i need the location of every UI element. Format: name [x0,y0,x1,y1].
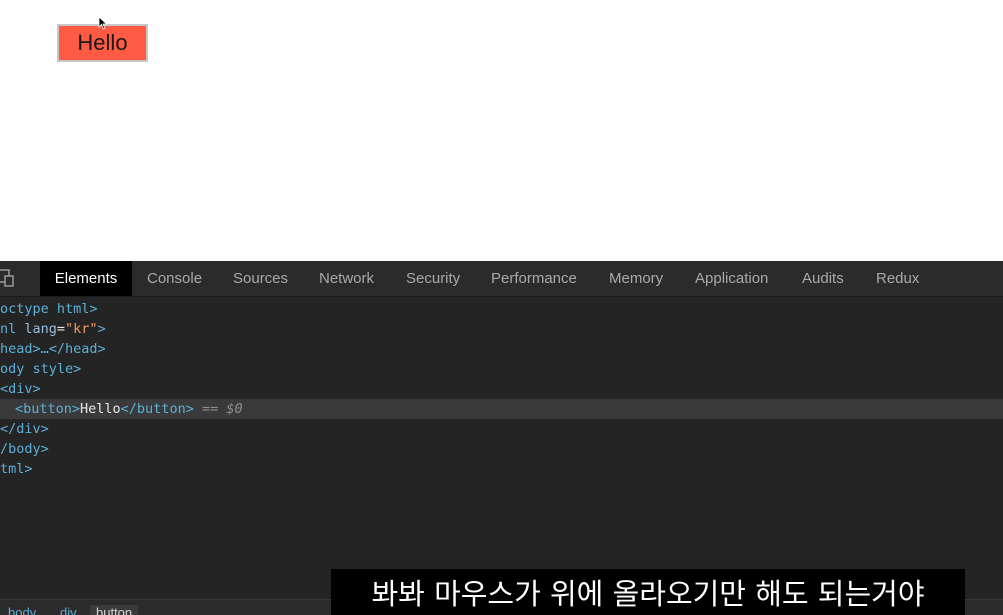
code-text: ody style> [0,361,82,377]
tab-application[interactable]: Application [695,261,768,296]
tab-sources[interactable]: Sources [233,261,288,296]
dom-node-div[interactable]: <div> [0,379,1003,399]
code-text: /body> [0,441,49,457]
code-attr: lang [24,321,57,337]
code-text: </button> [120,401,194,417]
tab-console[interactable]: Console [147,261,202,296]
code-text: = [56,321,66,337]
tab-security[interactable]: Security [406,261,460,296]
code-text: </div> [0,421,49,437]
dom-node-body-close[interactable]: /body> [0,439,1003,459]
selected-ref: == $0 [193,401,243,417]
code-attr-value: "kr" [65,321,98,337]
page-viewport: Hello [0,0,1003,261]
tab-memory[interactable]: Memory [609,261,663,296]
code-text: nl [0,321,25,337]
devtools-tabbar: Elements Console Sources Network Securit… [0,261,1003,297]
code-text: <button> [15,401,81,417]
mouse-cursor-icon [98,16,108,30]
video-subtitle: 봐봐 마우스가 위에 올라오기만 해도 되는거야 [331,569,965,615]
breadcrumb-button[interactable]: button [90,605,139,615]
dom-node-head[interactable]: head>…</head> [0,339,1003,359]
elements-tree: octype html> nl lang="kr"> head>…</head>… [0,299,1003,479]
dom-node-html[interactable]: nl lang="kr"> [0,319,1003,339]
inspect-element-icon[interactable] [0,269,14,287]
dom-node-body[interactable]: ody style> [0,359,1003,379]
devtools-panel: Elements Console Sources Network Securit… [0,261,1003,615]
dom-node-html-close[interactable]: tml> [0,459,1003,479]
code-text: > [97,321,106,337]
code-text: octype html> [0,301,98,317]
dom-node-doctype[interactable]: octype html> [0,299,1003,319]
code-text: head>…</head> [0,341,106,357]
tab-performance[interactable]: Performance [491,261,577,296]
tab-audits[interactable]: Audits [802,261,844,296]
tab-network[interactable]: Network [319,261,374,296]
tab-redux[interactable]: Redux [876,261,919,296]
dom-node-button-selected[interactable]: <button>Hello</button> == $0 [0,399,1003,419]
code-text: <div> [0,381,41,397]
breadcrumb-div[interactable]: div [60,605,77,615]
tab-elements[interactable]: Elements [40,261,132,296]
code-text: Hello [80,401,121,417]
code-text: tml> [0,461,33,477]
dom-node-div-close[interactable]: </div> [0,419,1003,439]
breadcrumb-body[interactable]: body [8,605,36,615]
